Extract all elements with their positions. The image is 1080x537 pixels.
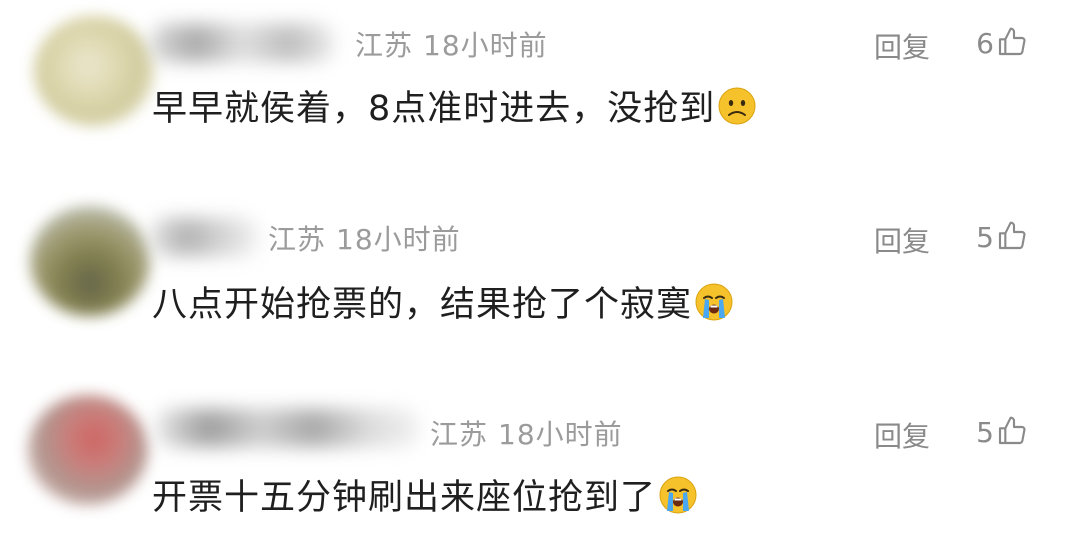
like-button[interactable]: 5 [976,415,1028,449]
location-label: 江苏 [430,418,489,451]
location-label: 江苏 [355,29,414,62]
comment-text-line: 八点开始抢票的，结果抢了个寂寞 [152,276,734,327]
comment-text: 早早就侯着，8点准时进去，没抢到 [152,89,716,129]
thumbs-up-icon [998,221,1026,250]
comment-item: 江苏 18小时前 回复 5 八点开始抢票的，结果抢了个寂寞 [0,190,1080,370]
timestamp: 18小时前 [498,418,623,451]
thumbs-up-icon [998,416,1026,445]
username-blurred[interactable] [150,218,260,256]
reply-button[interactable]: 回复 [874,220,930,260]
comment-meta: 江苏 18小时前 [355,24,558,64]
avatar[interactable] [34,16,154,126]
like-count: 6 [976,27,994,60]
like-count: 5 [976,416,994,449]
comment-text-line: 开票十五分钟刷出来座位抢到了 [152,469,698,520]
location-label: 江苏 [268,223,327,256]
comment-text: 八点开始抢票的，结果抢了个寂寞 [152,285,693,325]
loudly-crying-face-icon [695,283,733,321]
timestamp: 18小时前 [336,223,461,256]
loudly-crying-face-icon [659,476,697,514]
comment-text-line: 早早就侯着，8点准时进去，没抢到 [152,80,757,131]
thumbs-up-icon [998,27,1026,56]
username-blurred[interactable] [155,409,420,447]
frowning-face-icon [718,87,756,125]
like-button[interactable]: 6 [976,26,1028,60]
comment-meta: 江苏 18小时前 [430,413,633,453]
avatar[interactable] [30,206,150,316]
like-button[interactable]: 5 [976,220,1028,254]
username-blurred[interactable] [150,24,335,62]
like-count: 5 [976,221,994,254]
timestamp: 18小时前 [423,29,548,62]
comment-item: 江苏 18小时前 回复 5 开票十五分钟刷出来座位抢到了 [0,385,1080,535]
comment-item: 江苏 18小时前 回复 6 早早就侯着，8点准时进去，没抢到 [0,0,1080,180]
comment-meta: 江苏 18小时前 [268,218,471,258]
reply-button[interactable]: 回复 [874,415,930,455]
avatar[interactable] [28,395,148,505]
comment-text: 开票十五分钟刷出来座位抢到了 [152,478,657,518]
reply-button[interactable]: 回复 [874,26,930,66]
